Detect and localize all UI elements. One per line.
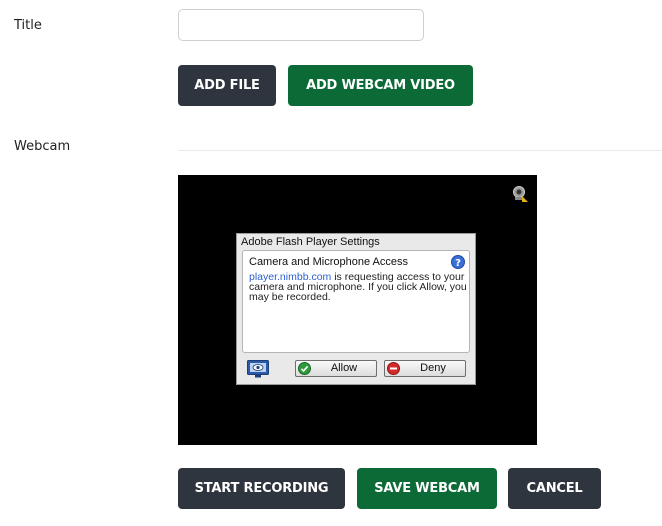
red-deny-icon: [387, 362, 400, 375]
flash-dialog-title: Adobe Flash Player Settings: [241, 236, 380, 248]
allow-button[interactable]: Allow: [295, 360, 377, 377]
divider: [178, 150, 662, 151]
green-check-icon: [298, 362, 311, 375]
webcam-preview[interactable]: Adobe Flash Player Settings Camera and M…: [178, 175, 537, 445]
save-webcam-button[interactable]: SAVE WEBCAM: [357, 468, 497, 509]
add-webcam-video-button[interactable]: ADD WEBCAM VIDEO: [288, 65, 473, 106]
flash-settings-dialog: Adobe Flash Player Settings Camera and M…: [236, 233, 476, 385]
start-recording-button[interactable]: START RECORDING: [178, 468, 345, 509]
title-label: Title: [14, 18, 42, 33]
flash-dialog-heading: Camera and Microphone Access: [249, 256, 408, 268]
deny-label: Deny: [420, 362, 446, 374]
webcam-settings-icon[interactable]: [511, 185, 529, 203]
flash-dialog-panel: Camera and Microphone Access ? player.ni…: [242, 250, 470, 353]
cancel-button[interactable]: CANCEL: [508, 468, 601, 509]
webcam-label: Webcam: [14, 139, 71, 154]
help-icon[interactable]: ?: [451, 255, 465, 269]
svg-text:?: ?: [455, 258, 461, 269]
flash-dialog-message: player.nimbb.com is requesting access to…: [249, 272, 467, 303]
allow-label: Allow: [330, 362, 358, 374]
monitor-icon[interactable]: [247, 360, 269, 378]
deny-button[interactable]: Deny: [384, 360, 466, 377]
add-file-button[interactable]: ADD FILE: [178, 65, 276, 106]
title-input[interactable]: [178, 9, 424, 41]
